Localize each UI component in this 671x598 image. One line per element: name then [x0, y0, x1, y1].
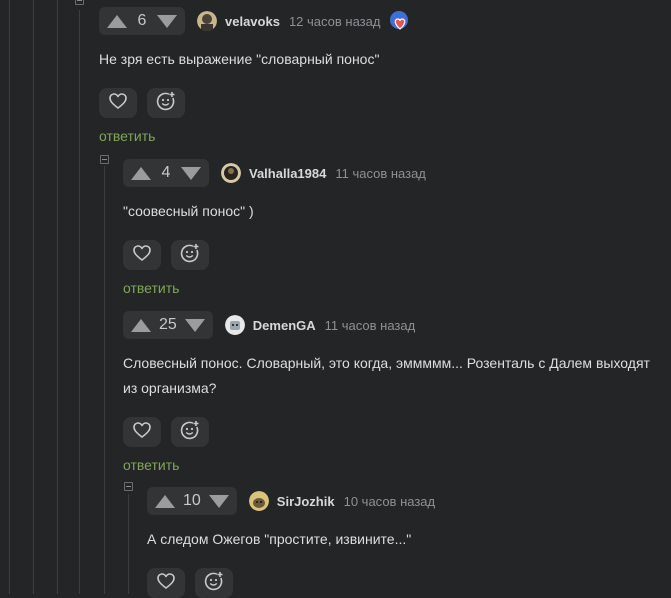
comment-text: А следом Ожегов "простите, извините..." [147, 531, 412, 547]
timestamp[interactable]: 11 часов назад [335, 166, 426, 181]
rating-count: 25 [159, 316, 177, 333]
arrow-down-icon[interactable] [157, 14, 177, 28]
add-emoji-icon [180, 420, 200, 445]
rating-count: 10 [183, 492, 201, 509]
thread-line [57, 0, 58, 594]
heart-icon [109, 92, 127, 114]
username[interactable]: Valhalla1984 [249, 166, 326, 181]
avatar[interactable] [221, 163, 241, 183]
comment: 6 velavoks 12 часов назад Не зря есть вы… [99, 7, 671, 144]
timestamp[interactable]: 10 часов назад [344, 494, 436, 509]
timestamp[interactable]: 12 часов назад [289, 14, 381, 29]
arrow-up-icon[interactable] [107, 14, 127, 28]
thread-line [79, 10, 80, 594]
timestamp[interactable]: 11 часов назад [325, 318, 416, 333]
avatar[interactable] [197, 11, 217, 31]
thread-line [128, 494, 129, 594]
reply-link[interactable]: ответить [99, 128, 671, 144]
add-emoji-icon [180, 243, 200, 268]
like-button[interactable] [99, 88, 137, 118]
arrow-up-icon[interactable] [131, 166, 151, 180]
rating-control: 6 [99, 7, 185, 35]
like-button[interactable] [123, 240, 161, 270]
comment-header: 6 velavoks 12 часов назад [99, 7, 671, 35]
collapse-icon[interactable] [100, 155, 109, 164]
username[interactable]: velavoks [225, 14, 280, 29]
username[interactable]: SirJozhik [277, 494, 335, 509]
add-reaction-button[interactable] [171, 417, 209, 447]
comment: 4 Valhalla1984 11 часов назад "соовесный… [123, 159, 671, 296]
like-button[interactable] [123, 417, 161, 447]
username[interactable]: DemenGA [253, 318, 316, 333]
add-reaction-button[interactable] [147, 88, 185, 118]
comment-header: 4 Valhalla1984 11 часов назад [123, 159, 671, 187]
add-reaction-button[interactable] [171, 240, 209, 270]
collapse-icon[interactable] [75, 0, 84, 5]
award-badge-icon[interactable] [389, 10, 411, 32]
rating-control: 10 [147, 487, 237, 515]
arrow-down-icon[interactable] [208, 494, 229, 508]
add-emoji-icon [204, 571, 224, 596]
reply-link[interactable]: ответить [123, 280, 671, 296]
heart-icon [157, 572, 175, 594]
collapse-icon[interactable] [124, 482, 133, 491]
thread-line [9, 0, 10, 594]
avatar[interactable] [224, 315, 245, 335]
arrow-up-icon[interactable] [155, 494, 175, 508]
comment-actions [123, 417, 671, 447]
arrow-up-icon[interactable] [131, 318, 151, 332]
comment-header: 25 DemenGA 11 часов назад [123, 311, 671, 339]
comment-actions [99, 88, 671, 118]
arrow-down-icon[interactable] [184, 318, 205, 332]
comment: 10 SirJozhik 10 часов назад А следом Оже… [147, 487, 671, 598]
rating-count: 6 [137, 12, 147, 29]
comment: 25 DemenGA 11 часов назад Словесный поно… [123, 311, 671, 473]
arrow-down-icon[interactable] [181, 166, 201, 180]
rating-control: 25 [123, 311, 213, 339]
comment-header: 10 SirJozhik 10 часов назад [147, 487, 671, 515]
rating-count: 4 [161, 164, 171, 181]
thread-line [33, 0, 34, 594]
avatar[interactable] [248, 491, 269, 511]
comment-actions [123, 240, 671, 270]
comment-text: "соовесный понос" ) [123, 203, 254, 219]
heart-icon [133, 421, 151, 443]
heart-icon [133, 244, 151, 266]
thread-line [104, 166, 105, 594]
comment-text: Не зря есть выражение "словарный понос" [99, 51, 380, 67]
comment-text: Словесный понос. Словарный, это когда, э… [123, 355, 650, 396]
add-emoji-icon [156, 91, 176, 116]
reply-link[interactable]: ответить [123, 457, 671, 473]
rating-control: 4 [123, 159, 209, 187]
